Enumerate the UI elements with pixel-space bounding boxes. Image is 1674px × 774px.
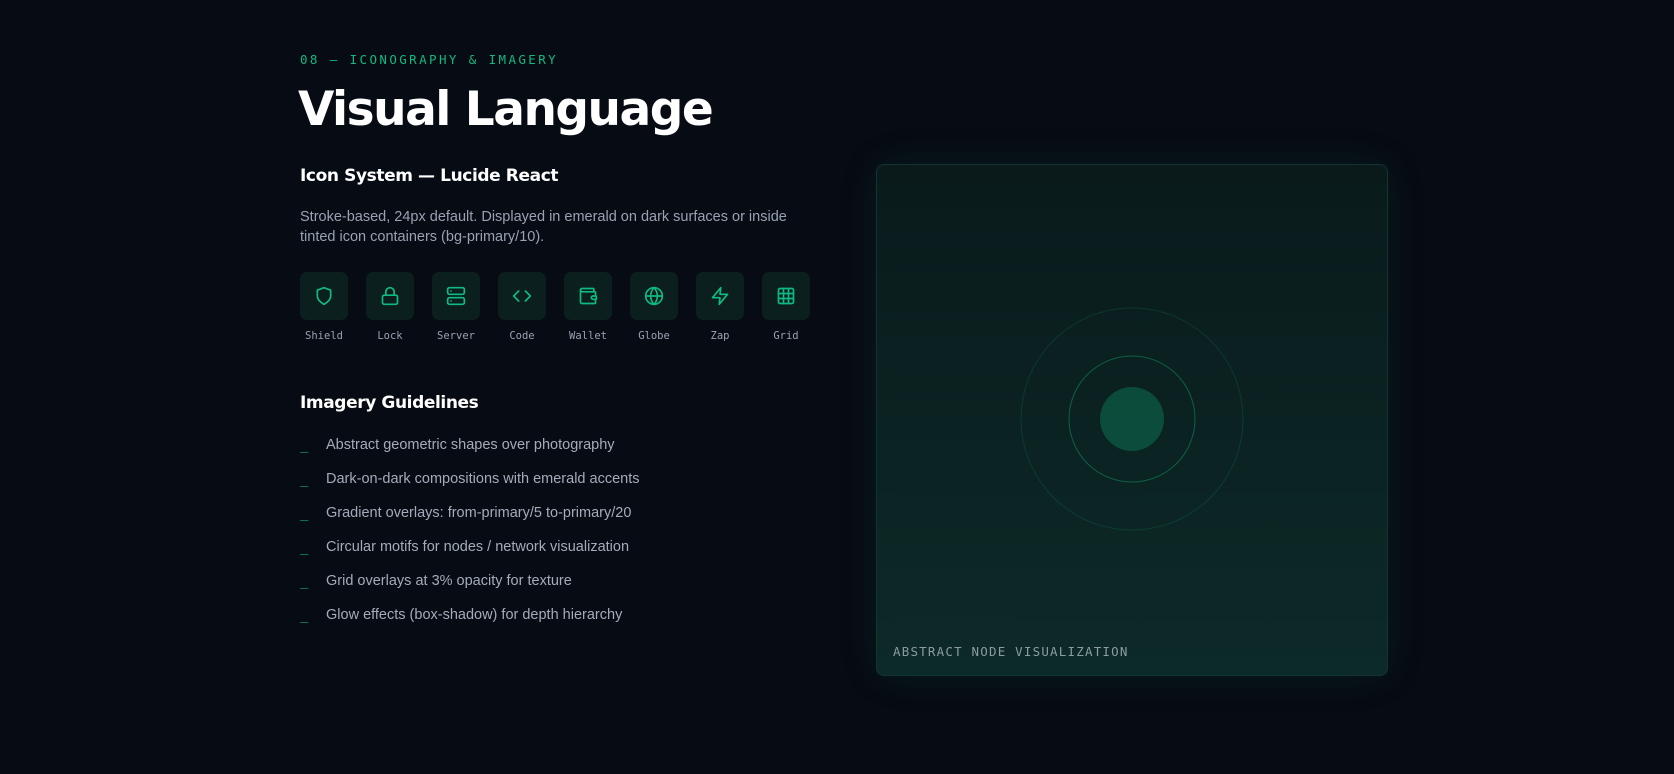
icon-label: Zap — [710, 330, 730, 342]
list-item: _ Dark-on-dark compositions with emerald … — [300, 468, 640, 502]
icon-label: Code — [509, 330, 535, 342]
icon-item-grid: Grid — [762, 272, 810, 342]
shield-icon — [300, 272, 348, 320]
guideline-text: Grid overlays at 3% opacity for texture — [326, 573, 572, 589]
icon-label: Wallet — [569, 330, 607, 342]
zap-icon — [696, 272, 744, 320]
guideline-text: Gradient overlays: from-primary/5 to-pri… — [326, 505, 632, 521]
icon-label: Shield — [305, 330, 343, 342]
guideline-text: Dark-on-dark compositions with emerald a… — [326, 471, 640, 487]
dash-marker: _ — [300, 505, 309, 521]
icon-item-code: Code — [498, 272, 546, 342]
icon-item-wallet: Wallet — [564, 272, 612, 342]
list-item: _ Circular motifs for nodes / network vis… — [300, 536, 640, 570]
list-item: _ Glow effects (box-shadow) for depth hie… — [300, 604, 640, 638]
imagery-guidelines-list: _ Abstract geometric shapes over photogra… — [300, 434, 640, 638]
icon-system-description: Stroke-based, 24px default. Displayed in… — [300, 209, 787, 245]
code-icon — [498, 272, 546, 320]
icon-system-heading: Icon System — Lucide React — [300, 166, 559, 186]
center-node — [1100, 387, 1164, 451]
dash-marker: _ — [300, 573, 309, 589]
list-item: _ Abstract geometric shapes over photogra… — [300, 434, 640, 468]
dash-marker: _ — [300, 539, 309, 555]
server-icon — [432, 272, 480, 320]
section-eyebrow: 08 — ICONOGRAPHY & IMAGERY — [300, 52, 559, 67]
dash-marker: _ — [300, 607, 309, 623]
list-item: _ Grid overlays at 3% opacity for texture — [300, 570, 640, 604]
guideline-text: Abstract geometric shapes over photograp… — [326, 437, 615, 453]
globe-icon — [630, 272, 678, 320]
dash-marker: _ — [300, 471, 309, 487]
guideline-text: Circular motifs for nodes / network visu… — [326, 539, 630, 555]
wallet-icon — [564, 272, 612, 320]
list-item: _ Gradient overlays: from-primary/5 to-pr… — [300, 502, 640, 536]
guideline-text: Glow effects (box-shadow) for depth hier… — [326, 607, 623, 623]
icon-label: Grid — [773, 330, 799, 342]
icon-label: Lock — [377, 330, 403, 342]
dash-marker: _ — [300, 437, 309, 453]
icon-grid: Shield Lock Server Code Wallet Globe Zap… — [300, 272, 828, 342]
icon-item-zap: Zap — [696, 272, 744, 342]
icon-label: Server — [437, 330, 475, 342]
icon-item-globe: Globe — [630, 272, 678, 342]
node-visualization-graphic — [1020, 307, 1244, 531]
visualization-caption: ABSTRACT NODE VISUALIZATION — [893, 644, 1129, 659]
grid-icon — [762, 272, 810, 320]
icon-label: Globe — [638, 330, 670, 342]
page-title: Visual Language — [298, 82, 714, 137]
node-visualization-panel: ABSTRACT NODE VISUALIZATION — [876, 164, 1388, 676]
icon-item-lock: Lock — [366, 272, 414, 342]
icon-item-shield: Shield — [300, 272, 348, 342]
imagery-guidelines-heading: Imagery Guidelines — [300, 393, 479, 413]
icon-item-server: Server — [432, 272, 480, 342]
lock-icon — [366, 272, 414, 320]
